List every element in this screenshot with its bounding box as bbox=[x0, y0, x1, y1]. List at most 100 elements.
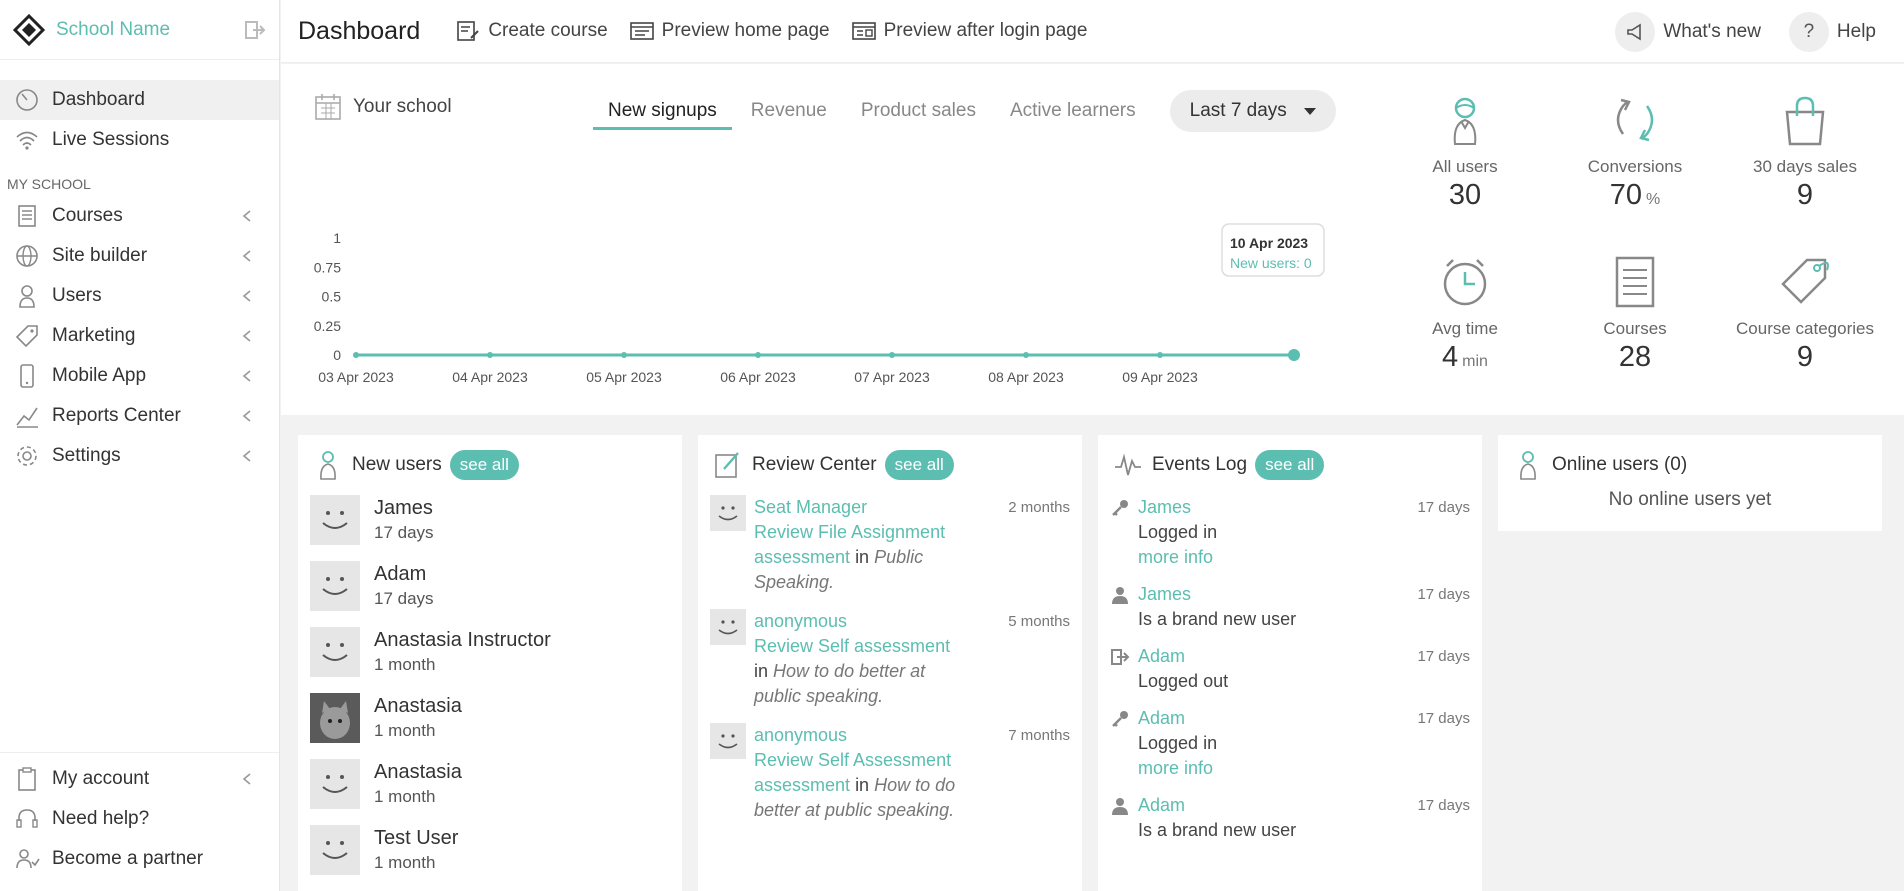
nav-item-dashboard[interactable]: Dashboard bbox=[0, 80, 279, 120]
preview-after-login-link[interactable]: Preview after login page bbox=[851, 20, 1087, 42]
see-all-button[interactable]: see all bbox=[1255, 450, 1325, 480]
review-course: How to do better at public speaking. bbox=[754, 661, 926, 706]
refresh-icon bbox=[1616, 98, 1654, 142]
user-icon bbox=[1520, 451, 1536, 480]
list-item[interactable]: Adam Logged in more info 17 days bbox=[1098, 706, 1482, 781]
help-label[interactable]: Help bbox=[1837, 21, 1876, 43]
stat-number: 4 bbox=[1442, 341, 1459, 373]
list-item[interactable]: Anastasia 1 month bbox=[298, 693, 682, 759]
list-item[interactable]: Seat Manager Review File Assignment asses… bbox=[698, 495, 1082, 595]
review-user[interactable]: anonymous bbox=[754, 725, 847, 745]
tab-active-learners[interactable]: Active learners bbox=[1010, 92, 1136, 130]
more-info-link[interactable]: more info bbox=[1138, 758, 1213, 778]
smiley-icon bbox=[322, 511, 348, 529]
your-school-label: Your school bbox=[353, 96, 452, 117]
user-when: 1 month bbox=[374, 853, 436, 872]
data-point[interactable] bbox=[1023, 352, 1029, 358]
line-chart-icon bbox=[16, 407, 38, 428]
logout-icon[interactable] bbox=[243, 18, 267, 42]
more-info-link[interactable]: more info bbox=[1138, 547, 1213, 567]
edit-document-icon bbox=[457, 21, 480, 41]
stat-course-categories[interactable]: Course categories 9 bbox=[1720, 254, 1890, 374]
list-item[interactable]: anonymous Review Self assessment in How to… bbox=[698, 609, 1082, 709]
data-point[interactable] bbox=[755, 352, 761, 358]
whats-new-button[interactable] bbox=[1615, 11, 1656, 52]
help-button[interactable]: ? bbox=[1788, 11, 1829, 52]
tab-product-sales[interactable]: Product sales bbox=[861, 92, 976, 130]
stat-all-users[interactable]: All users 30 bbox=[1380, 92, 1550, 212]
stat-30-days-sales[interactable]: 30 days sales 9 bbox=[1720, 92, 1890, 212]
list-item[interactable]: James Is a brand new user 17 days bbox=[1098, 582, 1482, 632]
tooltip-text: New users: 0 bbox=[1230, 255, 1312, 271]
event-action: Is a brand new user bbox=[1138, 820, 1297, 840]
smiley-icon bbox=[718, 620, 738, 635]
smiley-icon bbox=[718, 734, 738, 749]
event-user[interactable]: James bbox=[1138, 497, 1191, 517]
data-point[interactable] bbox=[487, 352, 493, 358]
data-point[interactable] bbox=[621, 352, 627, 358]
metric-tabs: New signups Revenue Product sales Active… bbox=[593, 90, 1336, 132]
list-item[interactable]: Anastasia 1 month bbox=[298, 759, 682, 825]
nav-item-users[interactable]: Users bbox=[0, 276, 279, 316]
chevron-left-icon bbox=[242, 250, 251, 262]
nav-item-my-account[interactable]: My account bbox=[0, 759, 279, 799]
smiley-icon bbox=[322, 643, 348, 661]
list-item[interactable]: Test User 1 month bbox=[298, 825, 682, 891]
list-item[interactable]: Anastasia Instructor 1 month bbox=[298, 627, 682, 693]
list-item[interactable]: Adam Is a brand new user 17 days bbox=[1098, 793, 1482, 843]
data-point[interactable] bbox=[889, 352, 895, 358]
preview-home-link[interactable]: Preview home page bbox=[629, 20, 830, 42]
nav-item-reports-center[interactable]: Reports Center bbox=[0, 396, 279, 436]
user-name: Anastasia Instructor bbox=[374, 629, 551, 651]
stat-unit: min bbox=[1462, 353, 1488, 370]
event-time: 17 days bbox=[1417, 648, 1470, 665]
create-course-link[interactable]: Create course bbox=[456, 20, 608, 42]
nav-item-site-builder[interactable]: Site builder bbox=[0, 236, 279, 276]
nav-label: Mobile App bbox=[52, 365, 147, 386]
stat-conversions[interactable]: Conversions 70% bbox=[1550, 92, 1720, 212]
event-user[interactable]: Adam bbox=[1138, 708, 1185, 728]
person-icon bbox=[1112, 798, 1128, 815]
nav-item-courses[interactable]: Courses bbox=[0, 196, 279, 236]
event-user[interactable]: James bbox=[1138, 584, 1191, 604]
list-item[interactable]: James 17 days bbox=[298, 495, 682, 561]
list-item[interactable]: Adam Logged out 17 days bbox=[1098, 644, 1482, 694]
school-name[interactable]: School Name bbox=[56, 19, 170, 41]
school-logo-icon[interactable] bbox=[12, 13, 46, 47]
stat-value: 9 bbox=[1720, 179, 1890, 212]
list-item[interactable]: James Logged in more info 17 days bbox=[1098, 495, 1482, 570]
review-body: anonymous Review Self Assessment assessme… bbox=[754, 723, 959, 823]
list-item[interactable]: Adam 17 days bbox=[298, 561, 682, 627]
review-user[interactable]: Seat Manager bbox=[754, 497, 867, 517]
data-point[interactable] bbox=[1157, 352, 1163, 358]
stat-courses[interactable]: Courses 28 bbox=[1550, 254, 1720, 374]
user-when: 1 month bbox=[374, 721, 436, 740]
event-action: Logged in bbox=[1138, 522, 1218, 542]
nav-item-become-partner[interactable]: Become a partner bbox=[0, 839, 279, 879]
data-point[interactable] bbox=[1288, 349, 1300, 361]
see-all-button[interactable]: see all bbox=[884, 450, 954, 480]
stat-label: All users bbox=[1432, 157, 1498, 176]
nav-item-marketing[interactable]: Marketing bbox=[0, 316, 279, 356]
list-item[interactable]: anonymous Review Self Assessment assessme… bbox=[698, 723, 1082, 823]
review-time: 2 months bbox=[1008, 499, 1070, 516]
nav-item-settings[interactable]: Settings bbox=[0, 436, 279, 476]
period-select[interactable]: Last 7 days bbox=[1169, 90, 1336, 132]
pulse-icon bbox=[1115, 453, 1141, 476]
review-user[interactable]: anonymous bbox=[754, 611, 847, 631]
whats-new-label[interactable]: What's new bbox=[1663, 21, 1761, 43]
nav-label: Courses bbox=[52, 205, 123, 226]
nav-item-live-sessions[interactable]: Live Sessions bbox=[0, 120, 279, 160]
event-time: 17 days bbox=[1417, 797, 1470, 814]
tab-revenue[interactable]: Revenue bbox=[751, 92, 827, 130]
event-user[interactable]: Adam bbox=[1138, 795, 1185, 815]
review-item[interactable]: Review Self assessment bbox=[754, 636, 950, 656]
event-user[interactable]: Adam bbox=[1138, 646, 1185, 666]
tab-new-signups[interactable]: New signups bbox=[593, 92, 732, 130]
see-all-button[interactable]: see all bbox=[449, 450, 519, 480]
stat-avg-time[interactable]: Avg time 4 min bbox=[1380, 254, 1550, 374]
chevron-left-icon bbox=[242, 290, 251, 302]
data-point[interactable] bbox=[353, 352, 359, 358]
nav-item-need-help[interactable]: Need help? bbox=[0, 799, 279, 839]
nav-item-mobile-app[interactable]: Mobile App bbox=[0, 356, 279, 396]
